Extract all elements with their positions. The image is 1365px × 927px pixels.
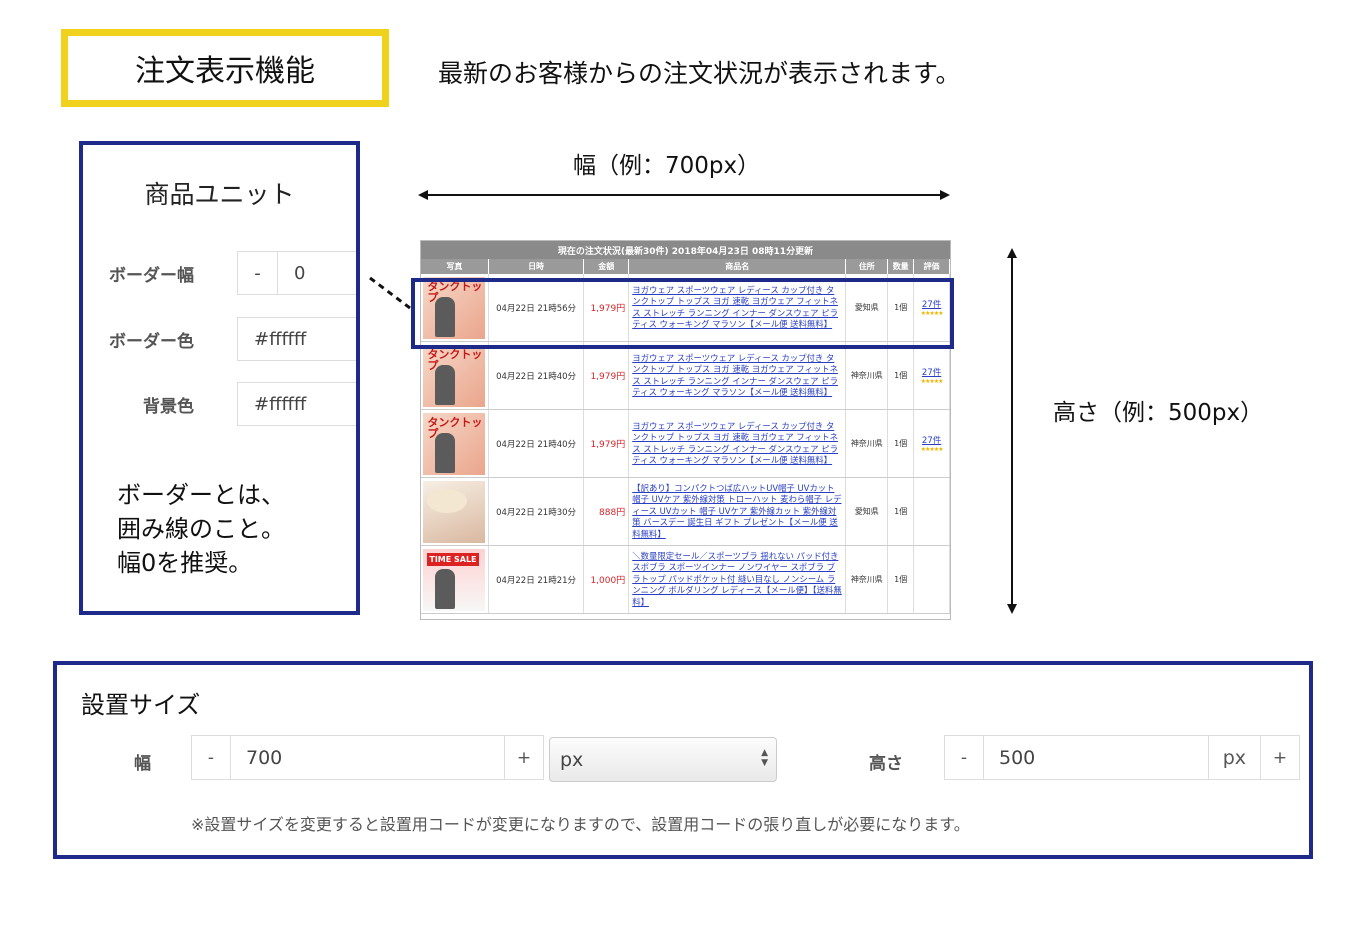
order-address: 神奈川県 [846,546,889,613]
order-date: 04月22日 21時21分 [489,546,585,613]
order-widget-column-headers: 写真 日時 金額 商品名 住所 数量 評価 [421,259,950,274]
width-unit-select[interactable]: px ▲ ▼ [549,737,777,782]
height-arrow-icon [1007,248,1017,614]
order-address: 神奈川県 [846,410,889,477]
callout-dashed-line [369,276,411,310]
column-header: 住所 [846,259,889,274]
product-unit-highlight [411,278,954,349]
column-header: 商品名 [629,259,847,274]
photo-cell [421,478,489,545]
width-unit-value: px [560,748,584,771]
product-name-link[interactable]: ＼数量限定セール／スポーツブラ 揺れない パッド付き スポブラ スポーツインナー… [632,551,842,608]
product-name-cell: 【訳あり】コンパクトつば広ハットUV帽子 UVカット帽子 UVケア 紫外線対策 … [629,478,847,545]
order-date: 04月22日 21時40分 [489,342,585,409]
order-price: 1,979円 [584,410,630,477]
column-header: 金額 [584,259,630,274]
product-thumbnail[interactable]: TIME SALE [423,548,486,611]
height-unit-label: px [1209,736,1261,779]
height-minus-button[interactable]: - [945,736,983,779]
product-name-cell: ヨガウェア スポーツウェア レディース カップ付き タンクトップ トップス ヨガ… [629,410,847,477]
review-count-link[interactable]: 27件 [922,366,941,378]
rating-cell [914,546,950,613]
height-label: 高さ [869,754,903,774]
width-minus-button[interactable]: - [192,736,230,779]
order-price: 1,979円 [584,342,630,409]
column-header: 写真 [421,259,489,274]
photo-cell: タンクトップ [421,342,489,409]
height-input[interactable]: 500 [983,736,1209,779]
product-name-link[interactable]: ヨガウェア スポーツウェア レディース カップ付き タンクトップ トップス ヨガ… [632,353,842,399]
order-price: 888円 [584,478,630,545]
product-name-link[interactable]: ヨガウェア スポーツウェア レディース カップ付き タンクトップ トップス ヨガ… [632,421,842,467]
table-row: TIME SALE 04月22日 21時21分 1,000円 ＼数量限定セール／… [421,546,950,614]
height-plus-button[interactable]: + [1261,736,1299,779]
order-price: 1,000円 [584,546,630,613]
photo-cell: タンクトップ [421,410,489,477]
size-change-note: ※設置サイズを変更すると設置用コードが変更になりますので、設置用コードの張り直し… [191,815,970,834]
table-row: 04月22日 21時30分 888円 【訳あり】コンパクトつば広ハットUV帽子 … [421,478,950,546]
column-header: 日時 [489,259,585,274]
star-rating-icon: ★★★★★ [920,378,944,385]
order-quantity: 1個 [888,546,915,613]
photo-cell: TIME SALE [421,546,489,613]
rating-cell [914,478,950,545]
width-stepper[interactable]: - 700 + [191,735,544,780]
width-arrow-icon [418,190,950,200]
product-thumbnail[interactable] [423,480,486,543]
width-input[interactable]: 700 [230,736,505,779]
column-header: 数量 [888,259,915,274]
order-quantity: 1個 [888,342,915,409]
order-quantity: 1個 [888,410,915,477]
order-date: 04月22日 21時40分 [489,410,585,477]
width-example-label: 幅（例：700px） [573,153,761,179]
order-quantity: 1個 [888,478,915,545]
column-header: 評価 [914,259,950,274]
order-address: 神奈川県 [846,342,889,409]
product-thumbnail[interactable]: タンクトップ [423,344,486,407]
height-example-label: 高さ（例：500px） [1053,400,1264,426]
rating-cell: 27件 ★★★★★ [914,410,950,477]
width-plus-button[interactable]: + [505,736,543,779]
table-row: タンクトップ 04月22日 21時40分 1,979円 ヨガウェア スポーツウェ… [421,342,950,410]
select-arrows-icon: ▲ ▼ [761,748,768,768]
thumbnail-text: TIME SALE [427,552,479,566]
table-row: タンクトップ 04月22日 21時40分 1,979円 ヨガウェア スポーツウェ… [421,410,950,478]
product-name-cell: ＼数量限定セール／スポーツブラ 揺れない パッド付き スポブラ スポーツインナー… [629,546,847,613]
review-count-link[interactable]: 27件 [922,434,941,446]
height-stepper[interactable]: - 500 px + [944,735,1300,780]
order-address: 愛知県 [846,478,889,545]
size-panel-title: 設置サイズ [81,691,201,719]
product-name-cell: ヨガウェア スポーツウェア レディース カップ付き タンクトップ トップス ヨガ… [629,342,847,409]
order-widget-header: 現在の注文状況(最新30件) 2018年04月23日 08時11分更新 [421,241,950,259]
order-date: 04月22日 21時30分 [489,478,585,545]
width-label: 幅 [134,754,151,774]
rating-cell: 27件 ★★★★★ [914,342,950,409]
star-rating-icon: ★★★★★ [920,446,944,453]
product-thumbnail[interactable]: タンクトップ [423,412,486,475]
install-size-panel: 設置サイズ 幅 - 700 + px ▲ ▼ 高さ - 500 px + ※設置サ… [53,661,1313,859]
product-name-link[interactable]: 【訳あり】コンパクトつば広ハットUV帽子 UVカット帽子 UVケア 紫外線対策 … [632,483,842,540]
